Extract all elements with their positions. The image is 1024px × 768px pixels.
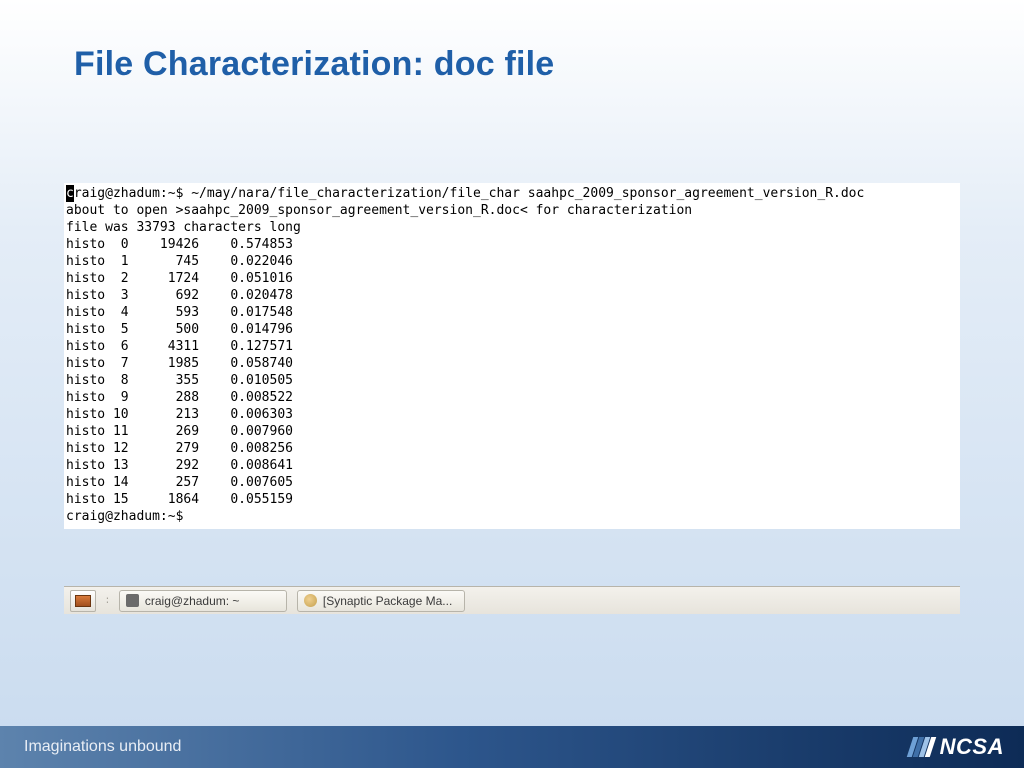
package-manager-icon xyxy=(304,594,317,607)
footer-bar: Imaginations unbound NCSA xyxy=(0,726,1024,768)
taskbar-item-synaptic[interactable]: [Synaptic Package Ma... xyxy=(297,590,465,612)
taskbar-item-label: craig@zhadum: ~ xyxy=(145,594,240,608)
taskbar-item-label: [Synaptic Package Ma... xyxy=(323,594,452,608)
terminal-icon xyxy=(126,594,139,607)
page-title: File Characterization: doc file xyxy=(74,45,554,84)
terminal-window: craig@zhadum:~$ ~/may/nara/file_characte… xyxy=(64,183,960,529)
taskbar-separator: ∶ xyxy=(106,594,109,607)
show-desktop-icon xyxy=(75,595,91,607)
taskbar-item-terminal[interactable]: craig@zhadum: ~ xyxy=(119,590,287,612)
taskbar: ∶ craig@zhadum: ~ [Synaptic Package Ma..… xyxy=(64,586,960,614)
ncsa-logo-icon xyxy=(910,737,934,757)
footer-tagline: Imaginations unbound xyxy=(24,738,181,756)
slide: File Characterization: doc file craig@zh… xyxy=(0,0,1024,768)
ncsa-logo-text: NCSA xyxy=(940,734,1004,760)
ncsa-logo: NCSA xyxy=(910,734,1004,760)
terminal-output: craig@zhadum:~$ ~/may/nara/file_characte… xyxy=(64,183,960,529)
show-desktop-button[interactable] xyxy=(70,590,96,612)
